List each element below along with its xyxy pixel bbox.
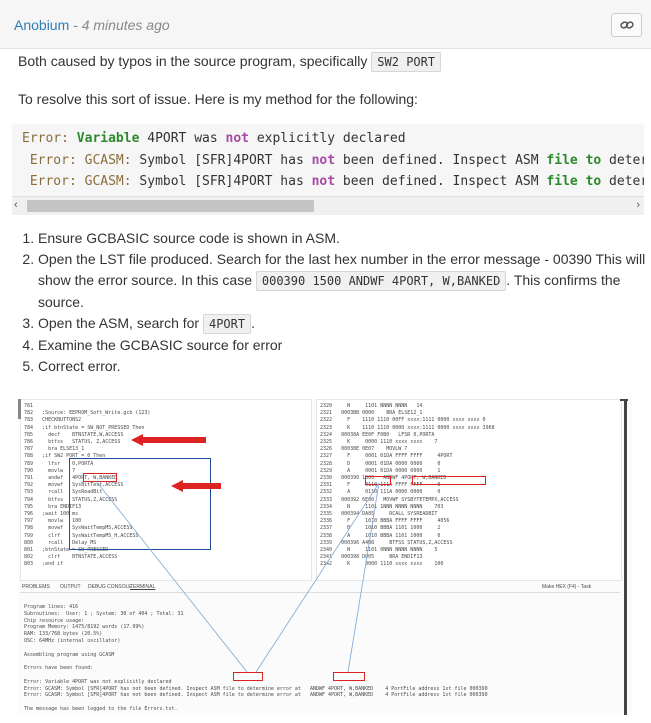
connector-lines	[95, 480, 380, 673]
timestamp: 4 minutes ago	[81, 17, 170, 33]
code-line: Error: GCASM: Symbol [SFR]4PORT has not …	[22, 153, 644, 168]
author-link[interactable]: Anobium	[14, 17, 69, 33]
error-code-block: Error: Variable 4PORT was not explicitly…	[12, 124, 644, 196]
code-line: Error: GCASM: Symbol [SFR]4PORT has not …	[22, 174, 644, 189]
ide-screenshot-image: 781 782 ;Source: EEPROM_Soft_Write.gcb (…	[18, 399, 632, 715]
code-horizontal-scrollbar[interactable]: ‹ ›	[12, 196, 644, 215]
intro-code: SW2 PORT	[371, 52, 442, 72]
link-icon	[619, 21, 634, 29]
list-item: Open the ASM, search for 4PORT.	[38, 313, 646, 335]
list-item: Open the LST file produced. Search for t…	[38, 249, 646, 313]
scroll-thumb[interactable]	[27, 200, 314, 212]
list-item: Examine the GCBASIC source for error	[38, 335, 646, 356]
comment-meta: Anobium - 4 minutes ago	[14, 17, 170, 33]
code-line: Error: Variable 4PORT was not explicitly…	[22, 131, 406, 146]
scroll-left-arrow[interactable]: ‹	[14, 199, 18, 211]
permalink-button[interactable]	[611, 13, 642, 37]
list-item: Correct error.	[38, 356, 646, 377]
comment-header: Anobium - 4 minutes ago	[0, 0, 651, 49]
scroll-right-arrow[interactable]: ›	[636, 199, 640, 211]
intro-text: Both caused by typos in the source progr…	[18, 53, 372, 69]
inline-code: 000390 1500 ANDWF 4PORT, W,BANKED	[255, 271, 507, 291]
intro-paragraph: Both caused by typos in the source progr…	[18, 52, 442, 72]
method-paragraph: To resolve this sort of issue. Here is m…	[18, 91, 418, 107]
inline-code: 4PORT	[202, 314, 252, 334]
list-item: Ensure GCBASIC source code is shown in A…	[38, 228, 646, 249]
steps-list: Ensure GCBASIC source code is shown in A…	[8, 228, 646, 377]
separator: -	[69, 17, 82, 33]
